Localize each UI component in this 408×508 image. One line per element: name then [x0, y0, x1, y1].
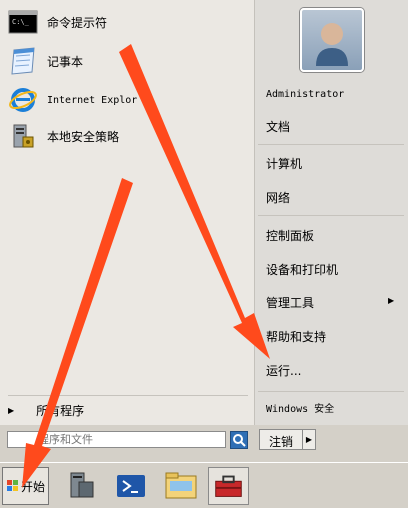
program-local-security-policy[interactable]: 本地安全策略	[8, 120, 119, 152]
explorer-icon	[165, 472, 197, 499]
program-command-prompt[interactable]: C:\_ 命令提示符	[8, 6, 107, 38]
logoff-options-button[interactable]: ▶	[302, 430, 315, 449]
powershell-icon	[117, 475, 145, 497]
user-name-item[interactable]: Administrator	[266, 86, 344, 100]
user-avatar[interactable]	[300, 8, 364, 72]
svg-text:C:\_: C:\_	[12, 18, 30, 26]
user-name: Administrator	[266, 89, 345, 100]
taskbar-explorer[interactable]	[160, 467, 201, 505]
help-support-item[interactable]: 帮助和支持	[266, 328, 326, 345]
control-panel-item[interactable]: 控制面板	[266, 227, 314, 244]
start-menu: C:\_ 命令提示符 记事本 Internet Explor 本地安全策略 ▶ …	[0, 0, 408, 462]
devices-printers-item[interactable]: 设备和打印机	[266, 261, 338, 278]
program-notepad[interactable]: 记事本	[8, 45, 83, 77]
program-label: 记事本	[47, 54, 84, 69]
taskbar-toolbox[interactable]	[208, 467, 249, 505]
cmd-icon: C:\_	[8, 7, 38, 37]
divider	[258, 215, 404, 216]
all-programs-label: 所有程序	[36, 403, 85, 418]
admin-tools-item[interactable]: 管理工具	[266, 294, 314, 311]
notepad-icon	[8, 46, 38, 76]
search-input[interactable]	[8, 432, 225, 447]
toolbox-icon	[215, 475, 242, 497]
search-icon	[233, 434, 246, 447]
taskbar-powershell[interactable]	[110, 467, 151, 505]
run-item[interactable]: 运行...	[266, 362, 301, 379]
computer-item[interactable]: 计算机	[266, 155, 302, 172]
programs-pane: C:\_ 命令提示符 记事本 Internet Explor 本地安全策略 ▶ …	[0, 0, 254, 425]
search-button[interactable]	[230, 431, 248, 449]
windows-security-item[interactable]: Windows 安全	[266, 400, 334, 415]
windows-security-label: Windows 安全	[266, 404, 335, 415]
internet-explorer-icon	[8, 85, 38, 115]
start-button[interactable]: 开始	[2, 467, 49, 505]
program-label: 本地安全策略	[47, 129, 120, 144]
logoff-button[interactable]: 注销 ▶	[259, 429, 316, 450]
divider	[258, 391, 404, 392]
documents-item[interactable]: 文档	[266, 118, 290, 135]
server-manager-icon	[70, 472, 94, 498]
windows-logo-icon	[7, 480, 19, 492]
program-label: 命令提示符	[47, 15, 108, 30]
divider	[258, 144, 404, 145]
start-label: 开始	[21, 479, 46, 494]
taskbar-server-manager[interactable]	[61, 467, 102, 505]
all-programs-button[interactable]: ▶ 所有程序	[8, 401, 84, 419]
local-security-policy-icon	[8, 121, 38, 151]
program-label: Internet Explor	[47, 94, 138, 106]
program-internet-explorer[interactable]: Internet Explor	[8, 84, 137, 116]
triangle-right-icon: ▶	[8, 405, 15, 415]
logoff-label: 注销	[269, 435, 294, 449]
network-item[interactable]: 网络	[266, 189, 290, 206]
search-box[interactable]	[7, 431, 226, 448]
divider	[8, 395, 248, 396]
submenu-arrow-icon: ▶	[388, 296, 395, 305]
taskbar: 开始	[0, 462, 408, 508]
